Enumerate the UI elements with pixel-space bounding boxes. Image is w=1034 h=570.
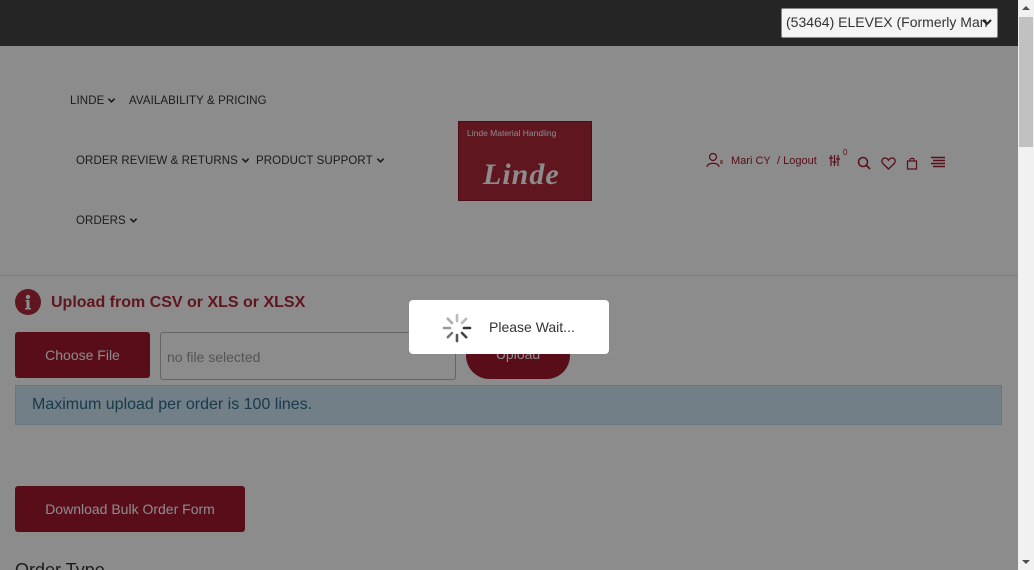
loading-text: Please Wait... — [489, 319, 575, 335]
scrollbar-thumb[interactable] — [1019, 17, 1033, 147]
page-scrollbar[interactable] — [1018, 0, 1034, 570]
spinner-icon — [442, 313, 472, 343]
scroll-up-arrow-icon[interactable] — [1022, 4, 1030, 12]
topbar-overlay — [0, 0, 781, 46]
scroll-down-arrow-icon[interactable] — [1022, 558, 1030, 566]
chevron-down-icon — [982, 19, 992, 26]
account-select-value: (53464) ELEVEX (Formerly Man — [786, 14, 988, 30]
account-select[interactable]: (53464) ELEVEX (Formerly Man — [781, 8, 998, 38]
loading-dialog: Please Wait... — [409, 300, 609, 354]
